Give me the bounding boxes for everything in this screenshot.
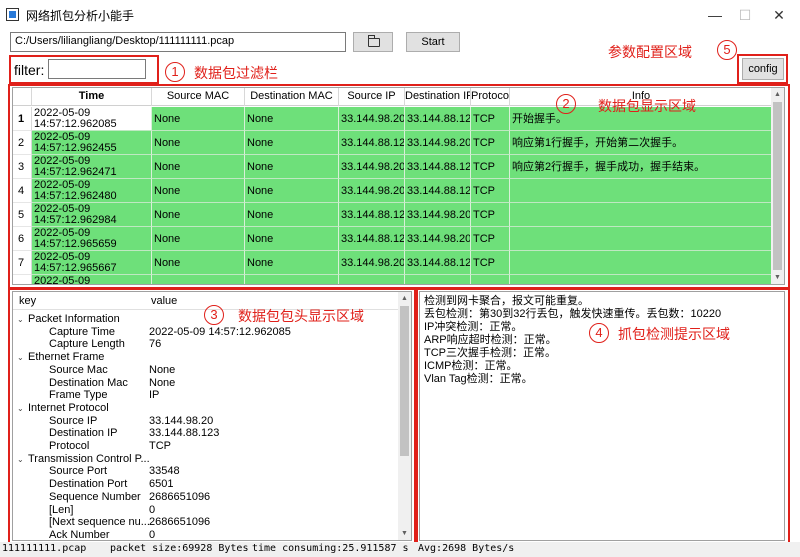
config-button[interactable]: config [742, 58, 784, 80]
minimize-button[interactable]: — [700, 4, 730, 26]
status-time: time consuming:25.911587 s [252, 543, 409, 554]
annotation-4-text: 抓包检测提示区域 [618, 326, 730, 342]
status-packet-size: packet size:69928 Bytes [110, 543, 249, 554]
file-path-input[interactable]: C:/Users/liliangliang/Desktop/111111111.… [10, 32, 346, 52]
title-bar: 网络抓包分析小能手 — ☐ ✕ [0, 0, 800, 30]
annotation-5-badge: 5 [717, 40, 737, 60]
annotation-2-text: 数据包显示区域 [598, 98, 696, 114]
header-tree-highlight-box [8, 288, 416, 544]
open-file-button[interactable] [353, 32, 393, 52]
start-button[interactable]: Start [406, 32, 460, 52]
folder-icon [368, 35, 380, 47]
annotation-1-badge: 1 [165, 62, 185, 82]
status-avg: Avg:2698 Bytes/s [418, 543, 515, 554]
annotation-5-text: 参数配置区域 [608, 44, 692, 60]
annotation-3-badge: 3 [204, 305, 224, 325]
app-icon [6, 8, 19, 21]
filter-input[interactable] [48, 59, 146, 79]
status-file: 111111111.pcap [2, 543, 87, 554]
status-bar: 111111111.pcap packet size:69928 Bytes t… [0, 542, 800, 557]
annotation-2-badge: 2 [556, 94, 576, 114]
annotation-3-text: 数据包包头显示区域 [238, 308, 364, 324]
window-title: 网络抓包分析小能手 [26, 9, 135, 23]
close-button[interactable]: ✕ [764, 4, 794, 26]
filter-label: filter: [14, 62, 45, 78]
maximize-button[interactable]: ☐ [730, 4, 760, 26]
annotation-4-badge: 4 [589, 323, 609, 343]
annotation-1-text: 数据包过滤栏 [194, 65, 278, 81]
